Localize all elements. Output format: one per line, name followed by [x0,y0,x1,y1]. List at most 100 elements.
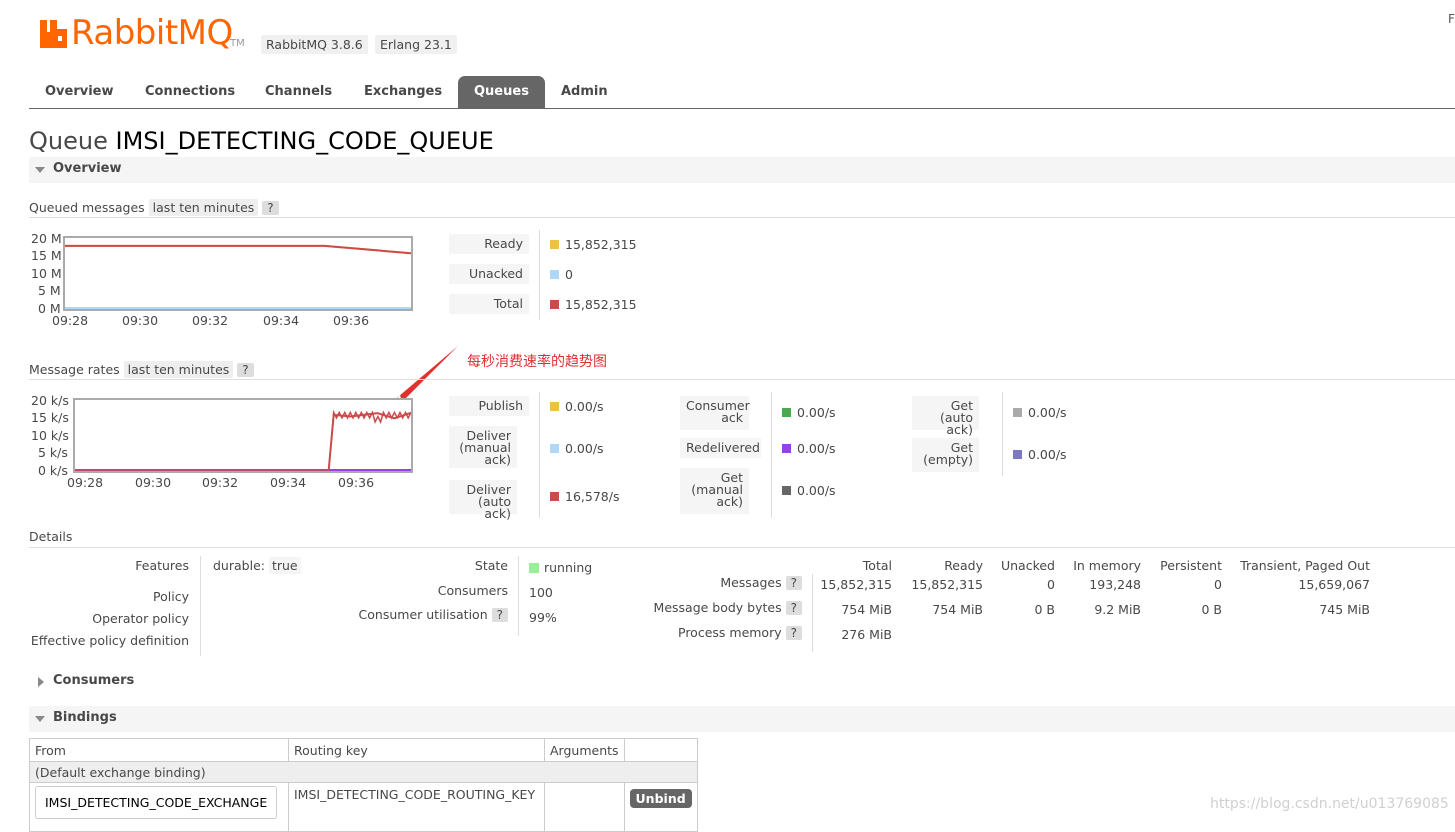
legend-label-get-empty: Get (empty) [912,438,979,472]
tab-admin[interactable]: Admin [545,76,624,108]
legend-divider [539,230,540,320]
queue-name: IMSI_DETECTING_CODE_QUEUE [115,127,494,155]
process-memory-label: Process memory [678,625,782,640]
y-tick: 0 k/s [38,463,68,478]
rabbitmq-version-badge: RabbitMQ 3.8.6 [261,35,368,54]
x-tick: 09:32 [202,475,239,490]
y-tick: 10 k/s [31,428,69,443]
x-tick: 09:32 [192,313,229,328]
queued-messages-range-selector[interactable]: last ten minutes [148,199,259,216]
top-right-partial-text: F [1448,12,1455,26]
binding-from-cell: IMSI_DETECTING_CODE_EXCHANGE [29,782,289,832]
process-memory-help-button[interactable]: ? [785,626,802,640]
stats-header-in-memory: In memory [1073,558,1141,573]
legend-value-deliver-auto: 16,578/s [565,489,620,504]
x-tick: 09:34 [263,313,300,328]
legend-swatch-deliver-manual [550,444,559,453]
consumer-utilisation-value: 99% [529,610,557,625]
stats-cell: 15,659,067 [1298,577,1370,592]
tab-overview[interactable]: Overview [29,76,130,108]
tab-exchanges[interactable]: Exchanges [348,76,458,108]
message-body-bytes-help-button[interactable]: ? [785,601,802,615]
legend-label-get-auto: Get (auto ack) [912,396,979,436]
operator-policy-label: Operator policy [92,611,189,626]
legend-label-unacked: Unacked [449,264,529,284]
stats-cell: 0 B [1034,602,1055,617]
message-rates-range-selector[interactable]: last ten minutes [123,361,234,378]
legend-value-consumer-ack: 0.00/s [797,405,836,420]
divider [29,217,1455,218]
stats-cell: 15,852,315 [820,577,892,592]
collapse-triangle-icon [35,716,45,722]
consumer-utilisation-help-button[interactable]: ? [491,608,508,622]
details-divider [200,556,201,656]
queued-messages-label: Queued messages [29,200,145,215]
legend-label-publish: Publish [449,396,529,416]
binding-routing-key: IMSI_DETECTING_CODE_ROUTING_KEY [288,782,545,832]
stats-cell: 0 [1047,577,1055,592]
stats-cell: 745 MiB [1319,602,1370,617]
x-tick: 09:34 [270,475,307,490]
bindings-header-routing-key: Routing key [288,738,545,762]
x-tick: 09:28 [52,313,89,328]
y-tick: 10 M [31,266,62,281]
consumers-section-toggle[interactable]: Consumers [29,669,1455,695]
stats-header-ready: Ready [944,558,983,573]
x-tick: 09:36 [338,475,375,490]
exchange-link[interactable]: IMSI_DETECTING_CODE_EXCHANGE [35,786,278,819]
queued-messages-chart [63,236,413,311]
unbind-button[interactable]: Unbind [629,789,692,808]
y-tick: 5 k/s [38,445,68,460]
details-label: Details [29,529,73,544]
legend-value-redelivered: 0.00/s [797,441,836,456]
overview-section-label: Overview [53,161,122,176]
consumers-label: Consumers [437,583,508,598]
legend-divider [1002,392,1003,476]
legend-swatch-deliver-auto [550,492,559,501]
bindings-section-toggle[interactable]: Bindings [29,706,1455,732]
state-indicator [529,563,539,573]
legend-swatch-get-manual [782,486,791,495]
consumer-utilisation-text: Consumer utilisation [358,607,488,622]
page-title: Queue IMSI_DETECTING_CODE_QUEUE [29,127,494,155]
stats-cell: 193,248 [1089,577,1141,592]
durable-value: true [268,557,301,574]
default-exchange-binding-row: (Default exchange binding) [29,761,698,783]
message-rates-plot [75,409,411,471]
divider [29,547,1455,548]
durable-key: durable: [213,558,265,573]
y-tick: 15 M [31,248,62,263]
legend-swatch-unacked [550,270,559,279]
logo-text: RabbitMQ [71,13,233,53]
effective-policy-label: Effective policy definition [30,633,189,648]
stats-row-messages-label: Messages? [600,575,802,590]
legend-swatch-ready [550,240,559,249]
y-tick: 5 M [38,283,61,298]
divider [29,379,1455,380]
tab-queues[interactable]: Queues [458,76,545,108]
expand-triangle-icon [38,677,44,687]
queued-messages-help-button[interactable]: ? [262,201,279,215]
series-line-deliver-auto-ack- [75,411,411,471]
overview-section-toggle[interactable]: Overview [29,157,1455,183]
main-nav-tabs: Overview Connections Channels Exchanges … [29,76,1455,109]
features-value: durable: true [213,557,301,574]
legend-swatch-total [550,300,559,309]
legend-swatch-consumer-ack [782,408,791,417]
details-divider [518,556,519,636]
tab-channels[interactable]: Channels [249,76,348,108]
features-label: Features [135,558,189,573]
tab-connections[interactable]: Connections [129,76,251,108]
bindings-header-from: From [29,738,289,762]
policy-label: Policy [153,589,189,604]
legend-label-deliver-auto: Deliver (auto ack) [449,480,517,520]
y-tick: 20 M [31,231,62,246]
stats-cell: 15,852,315 [911,577,983,592]
series-line-total [65,244,411,255]
legend-value-get-manual: 0.00/s [797,483,836,498]
legend-swatch-get-auto [1013,408,1022,417]
messages-help-button[interactable]: ? [785,576,802,590]
collapse-triangle-icon [35,167,45,173]
message-rates-help-button[interactable]: ? [237,363,254,377]
stats-cell: 9.2 MiB [1094,602,1141,617]
